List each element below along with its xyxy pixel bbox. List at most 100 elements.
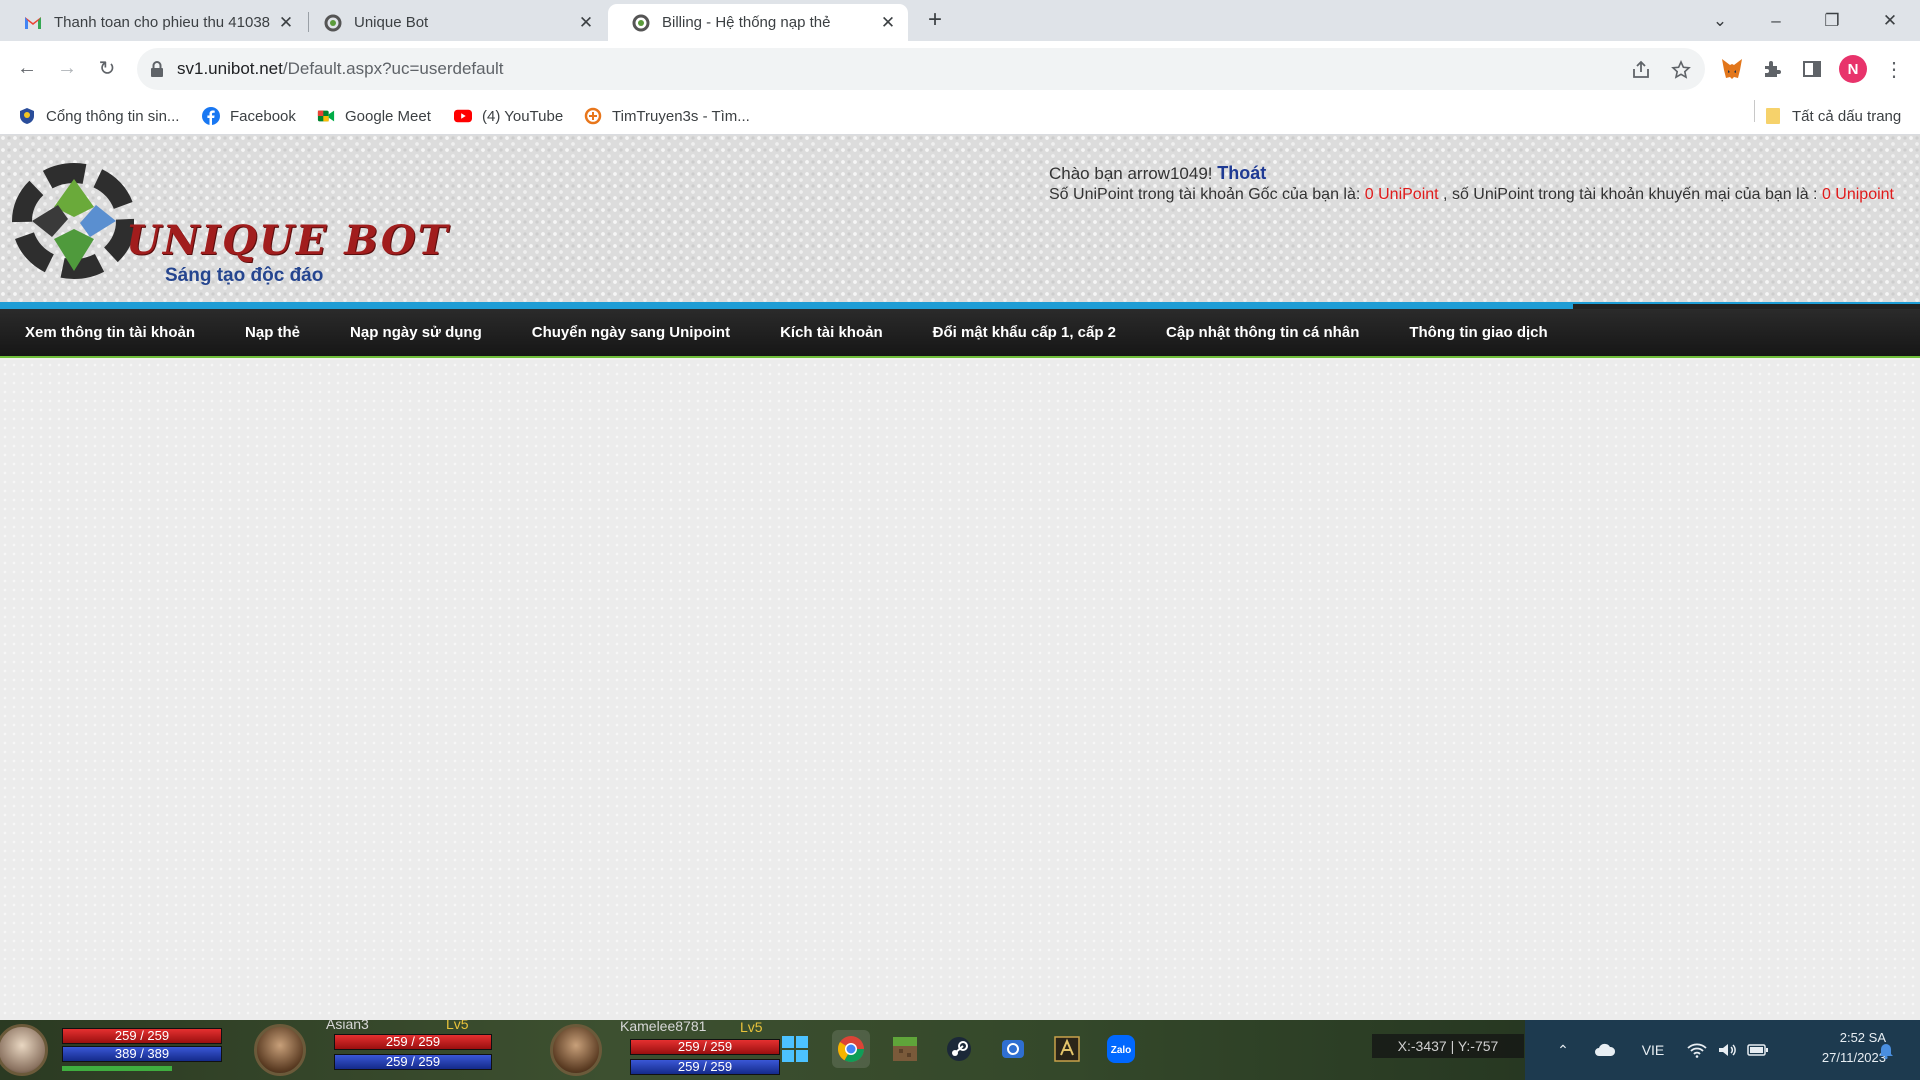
bookmark-youtube[interactable]: (4) YouTube [454,106,563,126]
game-launcher-icon[interactable] [1048,1030,1086,1068]
map-coordinates: X:-3437 | Y:-757 [1372,1034,1524,1058]
side-panel-icon[interactable] [1798,55,1826,83]
bookmarks-bar: Cổng thông tin sin... Facebook Google Me… [0,97,1920,135]
browser-tab-strip: Thanh toan cho phieu thu 41038 ✕ Unique … [0,0,1920,41]
notification-bell-icon[interactable] [1874,1020,1898,1080]
clock-time: 2:52 SA [1839,1030,1886,1045]
youtube-icon [454,107,472,125]
menu-item-change-password[interactable]: Đổi mật khẩu cấp 1, cấp 2 [908,309,1141,356]
xp-bar [62,1066,172,1071]
page-content [0,360,1920,1020]
address-bar[interactable]: sv1.unibot.net/Default.aspx?uc=userdefau… [137,48,1705,90]
menu-item-transactions[interactable]: Thông tin giao dịch [1384,309,1572,356]
share-icon[interactable] [1630,59,1652,81]
folder-icon [1764,107,1782,125]
chrome-icon[interactable] [832,1030,870,1068]
forward-button[interactable]: → [52,53,82,83]
menu-item-add-usage-days[interactable]: Nạp ngày sử dụng [325,309,507,356]
unibot-icon [324,14,342,32]
tab-search-icon[interactable]: ⌄ [1692,0,1748,41]
logo-text: UNIQUE BOT [126,217,450,264]
balance-label-main: Số UniPoint trong tài khoản Gốc của bạn … [1049,186,1361,203]
bookmark-timtruyen[interactable]: TimTruyen3s - Tìm... [584,106,750,126]
player-level: Lv5 [446,1020,469,1032]
minimize-button[interactable]: – [1748,0,1804,41]
window-close-button[interactable]: ✕ [1862,0,1918,41]
logo-mark-icon [12,163,134,279]
tab-gmail[interactable]: Thanh toan cho phieu thu 41038 ✕ [0,4,306,41]
game-overlay: 259 / 259 389 / 389 Asian3 Lv5 259 / 259… [0,1020,1525,1080]
main-menu: Xem thông tin tài khoản Nạp thẻ Nạp ngày… [0,309,1573,356]
close-icon[interactable]: ✕ [276,13,296,33]
close-icon[interactable]: ✕ [878,13,898,33]
profile-avatar[interactable]: N [1839,55,1867,83]
close-icon[interactable]: ✕ [576,13,596,33]
portal-icon [18,107,36,125]
zalo-icon[interactable]: Zalo [1102,1030,1140,1068]
extensions-icon[interactable] [1758,55,1786,83]
all-bookmarks[interactable]: Tất cả dấu trang [1764,106,1901,126]
bookmark-cong-thong-tin[interactable]: Cổng thông tin sin... [18,106,179,126]
menu-item-activate-account[interactable]: Kích tài khoản [755,309,908,356]
metamask-icon[interactable] [1718,55,1746,83]
screenshot-tool-icon[interactable] [994,1030,1032,1068]
tab-unique-bot[interactable]: Unique Bot ✕ [300,4,606,41]
menu-item-update-profile[interactable]: Cập nhật thông tin cá nhân [1141,309,1384,356]
balance-main-value: 0 UniPoint [1364,186,1439,203]
reload-button[interactable]: ↻ [92,53,122,83]
lock-icon[interactable] [150,60,168,78]
main-menu-bar: Xem thông tin tài khoản Nạp thẻ Nạp ngày… [0,304,1920,358]
mp-bar: 259 / 259 [334,1054,492,1070]
gmail-icon [24,14,42,32]
tab-billing[interactable]: Billing - Hệ thống nạp thẻ ✕ [608,4,908,41]
bookmark-star-icon[interactable] [1670,59,1692,81]
avatar [0,1024,48,1076]
wifi-icon[interactable] [1684,1020,1710,1080]
player-level: Lv5 [740,1020,763,1035]
bookmark-google-meet[interactable]: Google Meet [317,106,431,126]
battery-icon[interactable] [1744,1020,1772,1080]
logout-link[interactable]: Thoát [1217,163,1266,183]
player-name: Kamelee8781 [620,1020,707,1034]
hp-bar: 259 / 259 [630,1039,780,1055]
balance-label-promo: , số UniPoint trong tài khoản khuyến mại… [1443,186,1818,203]
google-meet-icon [317,107,335,125]
bookmarks-separator [1754,100,1755,122]
tab-title: Billing - Hệ thống nạp thẻ [662,14,831,31]
bookmark-facebook[interactable]: Facebook [202,106,296,126]
site-logo[interactable]: UNIQUE BOT Sáng tạo độc đáo [4,159,447,286]
menu-bar-edge [1573,304,1920,309]
facebook-icon [202,107,220,125]
logo-slogan: Sáng tạo độc đáo [165,265,324,286]
account-greeting: Chào bạn arrow1049! Thoát Số UniPoint tr… [1049,163,1894,205]
unibot-icon [632,14,650,32]
svg-text:Zalo: Zalo [1111,1045,1132,1056]
tray-overflow-icon[interactable]: ⌃ [1550,1020,1576,1080]
site-header: UNIQUE BOT Sáng tạo độc đáo Chào bạn arr… [0,135,1920,302]
onedrive-icon[interactable] [1590,1020,1620,1080]
party-member-1[interactable]: 259 / 259 389 / 389 [0,1020,230,1080]
menu-item-convert-days[interactable]: Chuyển ngày sang Unipoint [507,309,755,356]
balance-promo-value: 0 Unipoint [1821,186,1894,203]
clock-date: 27/11/2023 [1821,1050,1886,1065]
tab-title: Unique Bot [354,14,429,31]
language-indicator[interactable]: VIE [1636,1020,1670,1080]
new-tab-button[interactable]: + [922,8,948,34]
player-name: Asian3 [326,1020,369,1032]
restore-button[interactable]: ❐ [1804,0,1860,41]
avatar [550,1024,602,1076]
windows-start-icon[interactable] [776,1030,814,1068]
volume-icon[interactable] [1714,1020,1740,1080]
hp-bar: 259 / 259 [62,1028,222,1044]
party-member-2[interactable]: Asian3 Lv5 259 / 259 259 / 259 [236,1020,498,1080]
menu-item-top-up-card[interactable]: Nạp thẻ [220,309,325,356]
minecraft-icon[interactable] [886,1030,924,1068]
steam-icon[interactable] [940,1030,978,1068]
party-member-3[interactable]: Kamelee8781 Lv5 259 / 259 259 / 259 [532,1020,794,1080]
menu-item-account-info[interactable]: Xem thông tin tài khoản [0,309,220,356]
taskbar: 259 / 259 389 / 389 Asian3 Lv5 259 / 259… [0,1020,1920,1080]
menu-kebab-icon[interactable]: ⋮ [1880,55,1908,83]
system-clock[interactable]: 2:52 SA 27/11/2023 [1780,1028,1886,1068]
back-button[interactable]: ← [12,53,42,83]
mp-bar: 389 / 389 [62,1046,222,1062]
